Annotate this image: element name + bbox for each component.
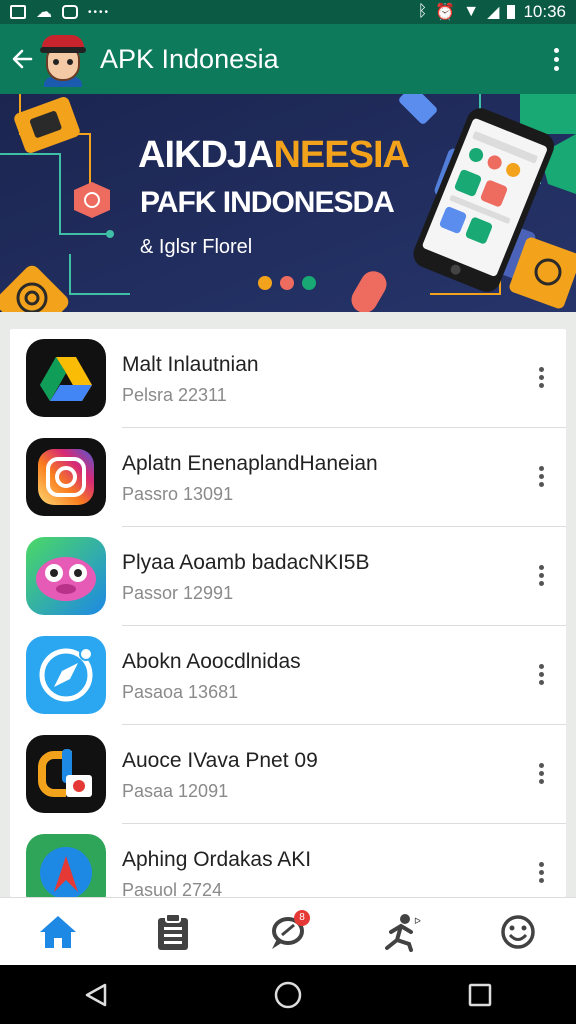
cloud-icon: ☁	[36, 4, 52, 21]
clipboard-icon[interactable]	[143, 902, 203, 962]
more-icon[interactable]	[536, 466, 546, 487]
more-icon[interactable]	[536, 862, 546, 883]
signal-icon: ◢	[487, 4, 500, 21]
runner-icon[interactable]: ᐅ	[373, 902, 433, 962]
image-icon	[10, 5, 26, 19]
compass-icon	[26, 636, 106, 714]
app-package: Pelsra 22311	[122, 385, 227, 405]
home-icon[interactable]	[28, 902, 88, 962]
promo-banner[interactable]: AIKDJANEESIA PAFK INDONESDA & Iglsr Flor…	[0, 94, 576, 312]
app-list: Malt Inlautnian Pelsra 22311 Aplatn Enen…	[10, 329, 566, 897]
recents-square-icon[interactable]	[450, 965, 510, 1024]
list-item[interactable]: Malt Inlautnian Pelsra 22311	[10, 329, 566, 428]
page-title: APK Indonesia	[100, 43, 279, 74]
app-package: Passor 12991	[122, 583, 234, 603]
bluetooth-icon: ᛒ	[417, 3, 428, 20]
banner-title: AIKDJANEESIA	[138, 134, 410, 176]
dots-icon: ••••	[88, 6, 111, 18]
app-package: Pasaa 12091	[122, 781, 229, 801]
banner-pager	[258, 276, 316, 290]
more-icon[interactable]	[536, 565, 546, 586]
status-bar: ☁ •••• ᛒ ⏰ ▼ ◢ 10:36	[0, 0, 576, 24]
drive-icon	[26, 339, 106, 417]
gallery-icon	[62, 5, 78, 19]
alarm-icon: ⏰	[435, 4, 456, 21]
red-a-icon	[26, 834, 106, 897]
list-item[interactable]: Auoce IVava Pnet 09 Pasaa 12091	[10, 725, 566, 824]
app-name: Aplatn EnenaplandHaneian	[122, 452, 378, 475]
status-time: 10:36	[523, 2, 566, 21]
list-item[interactable]: Aphing Ordakas AKI Pasuol 2724	[10, 824, 566, 897]
app-package: Pasuol 2724	[122, 880, 223, 897]
app-name: Aphing Ordakas AKI	[122, 848, 312, 871]
more-icon[interactable]	[536, 763, 546, 784]
instagram-icon	[26, 438, 106, 516]
pager-dot[interactable]	[302, 276, 316, 290]
home-circle-icon[interactable]	[258, 965, 318, 1024]
list-item[interactable]: Aplatn EnenaplandHaneian Passro 13091	[10, 428, 566, 527]
app-name: Abokn Aoocdlnidas	[122, 650, 301, 673]
avatar[interactable]	[38, 31, 88, 87]
colorful-g-icon	[26, 735, 106, 813]
banner-subtitle: PAFK INDONESDA	[140, 186, 395, 219]
app-name: Plyaa Aoamb badacNKI5B	[122, 551, 370, 574]
bottom-navigation: 8 ᐅ	[0, 897, 576, 965]
app-package: Passro 13091	[122, 484, 234, 504]
chat-icon[interactable]: 8	[258, 902, 318, 962]
app-name: Auoce IVava Pnet 09	[122, 749, 318, 772]
list-item[interactable]: Abokn Aoocdlnidas Pasaoa 13681	[10, 626, 566, 725]
system-navigation	[0, 965, 576, 1024]
smiley-icon[interactable]	[488, 902, 548, 962]
wifi-icon: ▼	[463, 3, 480, 20]
app-bar: APK Indonesia	[0, 24, 576, 94]
app-name: Malt Inlautnian	[122, 353, 259, 376]
pager-dot[interactable]	[258, 276, 272, 290]
back-arrow-icon[interactable]	[2, 24, 42, 94]
back-triangle-icon[interactable]	[66, 965, 126, 1024]
svg-text:ᐅ: ᐅ	[414, 916, 421, 926]
app-package: Pasaoa 13681	[122, 682, 239, 702]
notification-badge: 8	[293, 909, 310, 926]
battery-icon	[507, 5, 516, 19]
pink-creature-icon	[26, 537, 106, 615]
list-item[interactable]: Plyaa Aoamb badacNKI5B Passor 12991	[10, 527, 566, 626]
pager-dot[interactable]	[280, 276, 294, 290]
more-icon[interactable]	[536, 664, 546, 685]
more-icon[interactable]	[536, 367, 546, 388]
overflow-menu-icon[interactable]	[536, 47, 576, 71]
banner-tagline: & Iglsr Florel	[140, 236, 253, 258]
